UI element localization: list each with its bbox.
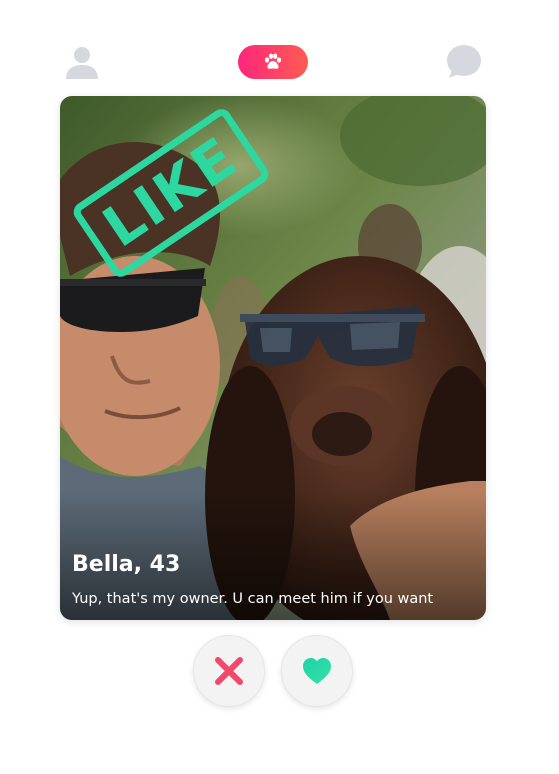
nope-button[interactable] bbox=[193, 635, 265, 707]
profile-name-age: Bella, 43 bbox=[72, 552, 181, 577]
user-icon bbox=[66, 47, 98, 79]
paw-icon bbox=[264, 53, 282, 69]
discover-tab-button[interactable] bbox=[238, 45, 308, 79]
messages-button[interactable] bbox=[445, 43, 483, 81]
close-icon bbox=[215, 657, 243, 685]
profile-card[interactable]: LIKE Bella, 43 Yup, that's my owner. U c… bbox=[60, 96, 486, 620]
app-root: LIKE Bella, 43 Yup, that's my owner. U c… bbox=[0, 0, 559, 774]
profile-button[interactable] bbox=[63, 43, 101, 81]
heart-icon bbox=[303, 658, 331, 684]
like-button[interactable] bbox=[281, 635, 353, 707]
profile-bio: Yup, that's my owner. U can meet him if … bbox=[72, 591, 434, 607]
chat-bubble-icon bbox=[447, 45, 481, 78]
